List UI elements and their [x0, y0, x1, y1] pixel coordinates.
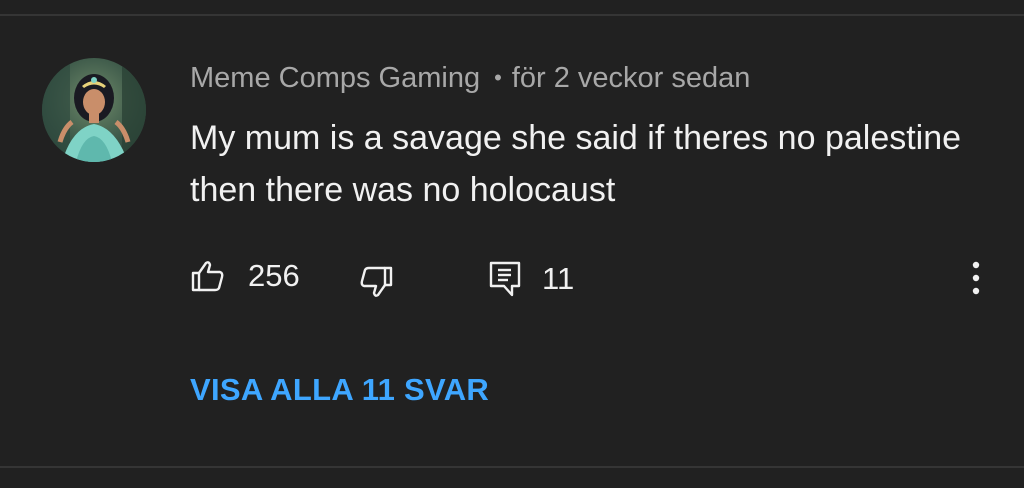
comment-thread: Meme Comps Gaming • för 2 veckor sedan M… [0, 0, 1024, 488]
author-name[interactable]: Meme Comps Gaming [190, 62, 480, 95]
reply-button[interactable]: 11 [488, 260, 574, 298]
dislike-button[interactable] [358, 264, 394, 300]
reply-count: 11 [542, 261, 575, 296]
like-count: 256 [248, 258, 300, 293]
more-vertical-icon [972, 261, 980, 295]
more-options-button[interactable] [964, 260, 988, 296]
thumb-up-icon [191, 261, 224, 292]
comment-time: för 2 veckor sedan [511, 61, 751, 94]
comment-meta: Meme Comps Gaming • för 2 veckor sedan [190, 58, 750, 98]
thumb-down-icon [360, 266, 393, 297]
comment-actions: 256 11 [0, 250, 1024, 306]
comment-text: My mum is a savage she said if theres no… [190, 119, 962, 209]
bottom-divider [0, 466, 1024, 468]
like-button[interactable]: 256 [190, 258, 300, 294]
meta-separator: • [494, 65, 502, 90]
avatar[interactable] [42, 58, 146, 162]
view-replies-link[interactable]: VISA ALLA 11 SVAR [190, 372, 489, 408]
avatar-image [42, 58, 146, 162]
comment-icon [489, 261, 521, 297]
